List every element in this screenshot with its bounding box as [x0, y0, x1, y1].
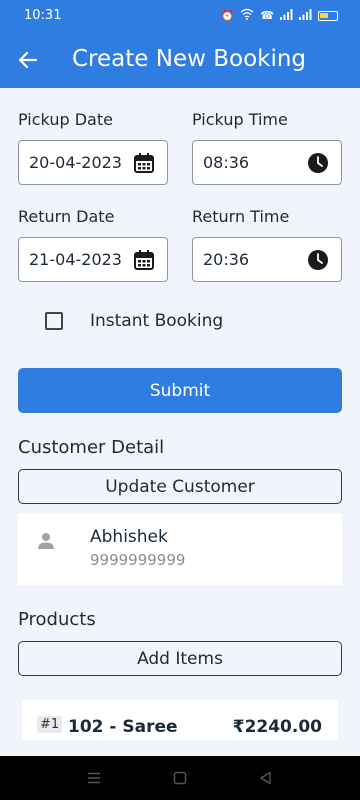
submit-button[interactable]: Submit [18, 368, 342, 413]
return-time-field[interactable]: 20:36 [192, 237, 342, 282]
battery-icon [318, 10, 338, 21]
customer-card[interactable]: Abhishek 9999999999 [18, 513, 342, 585]
pickup-time-value: 08:36 [203, 153, 250, 172]
product-name: 102 - Saree [68, 717, 178, 737]
product-index-badge: #1 [37, 716, 63, 733]
alarm-icon: ⏰ [220, 9, 235, 22]
call-icon: ☎ [260, 9, 274, 22]
back-nav-icon[interactable] [258, 770, 274, 786]
menu-icon[interactable] [86, 770, 102, 786]
return-date-field[interactable]: 21-04-2023 [18, 237, 168, 282]
pickup-date-value: 20-04-2023 [29, 153, 122, 172]
list-item[interactable]: #1 102 - Saree ₹2240.00 [22, 700, 338, 740]
status-icons: ⏰ ☎ [221, 8, 338, 23]
customer-detail-title: Customer Detail [18, 437, 165, 458]
back-button[interactable] [12, 44, 44, 76]
update-customer-button[interactable]: Update Customer [18, 469, 342, 504]
system-nav-bar [0, 756, 360, 800]
arrow-left-icon [18, 51, 38, 69]
wifi-icon [240, 8, 254, 23]
instant-booking-label: Instant Booking [90, 311, 224, 331]
person-icon [38, 533, 54, 549]
pickup-time-field[interactable]: 08:36 [192, 140, 342, 185]
app-bar: Create New Booking [0, 32, 360, 88]
return-date-label: Return Date [18, 207, 115, 226]
signal-icon [280, 8, 293, 23]
return-time-value: 20:36 [203, 250, 250, 269]
instant-booking-checkbox[interactable] [45, 312, 63, 330]
home-icon[interactable] [172, 770, 188, 786]
status-bar: 10:31 ⏰ ☎ [0, 0, 360, 32]
status-time: 10:31 [24, 8, 62, 23]
calendar-icon[interactable] [133, 249, 155, 271]
customer-name: Abhishek [90, 527, 168, 547]
signal-icon [299, 8, 312, 23]
product-price: ₹2240.00 [232, 717, 322, 737]
pickup-date-field[interactable]: 20-04-2023 [18, 140, 168, 185]
pickup-date-label: Pickup Date [18, 110, 113, 129]
products-title: Products [18, 609, 96, 630]
pickup-time-label: Pickup Time [192, 110, 288, 129]
clock-icon[interactable] [307, 152, 329, 174]
clock-icon[interactable] [307, 249, 329, 271]
calendar-icon[interactable] [133, 152, 155, 174]
return-date-value: 21-04-2023 [29, 250, 122, 269]
add-items-button[interactable]: Add Items [18, 641, 342, 676]
page-title: Create New Booking [72, 46, 307, 72]
return-time-label: Return Time [192, 207, 290, 226]
customer-phone: 9999999999 [90, 551, 186, 569]
